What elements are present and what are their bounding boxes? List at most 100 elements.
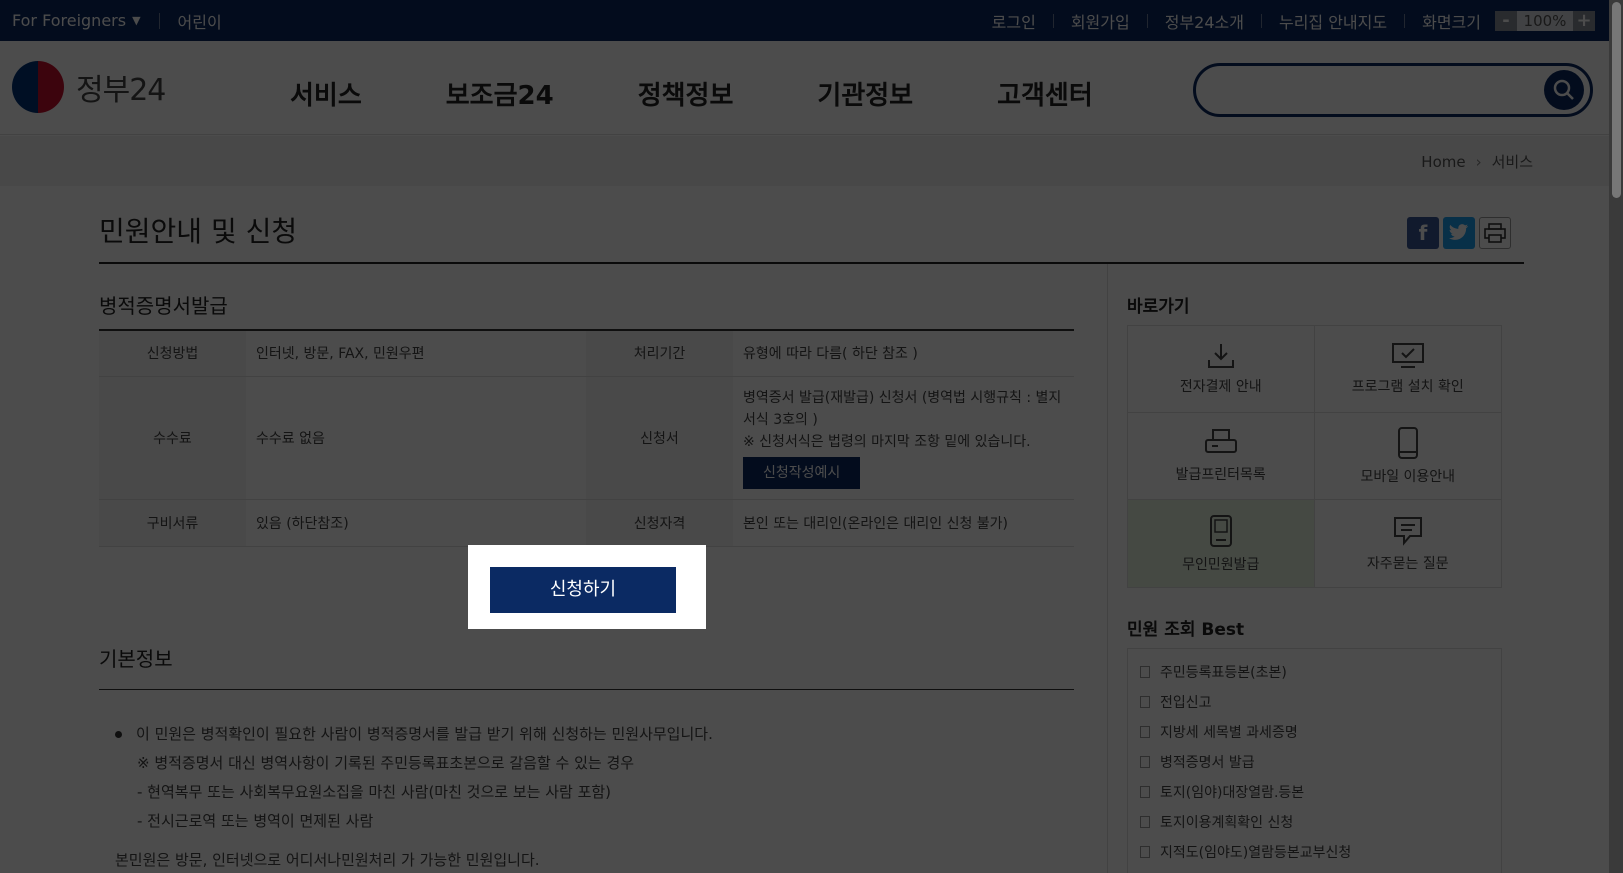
table-cell: 병역증서 발급(재발급) 신청서 (병역법 시행규칙 : 별지서식 3호의 ) … bbox=[733, 376, 1074, 500]
document-icon bbox=[1140, 756, 1150, 768]
main-header: 정부24 서비스 보조금24 정책정보 기관정보 고객센터 bbox=[0, 41, 1623, 135]
nav-agency-info[interactable]: 기관정보 bbox=[817, 75, 913, 112]
mobile-icon bbox=[1397, 427, 1418, 459]
zoom-control: - 100% + bbox=[1495, 10, 1595, 31]
nav-services[interactable]: 서비스 bbox=[290, 75, 362, 112]
printer-icon bbox=[1204, 429, 1237, 453]
taegeuk-logo-icon bbox=[12, 61, 64, 113]
list-item[interactable]: 토지이용계획확인 신청 bbox=[1140, 807, 1501, 837]
nav-policy-info[interactable]: 정책정보 bbox=[638, 75, 734, 112]
monitor-check-icon bbox=[1391, 343, 1424, 368]
best-title: 민원 조회 Best bbox=[1127, 620, 1245, 640]
top-left-links: For Foreigners ▼ 어린이 bbox=[12, 0, 222, 41]
search-icon bbox=[1553, 79, 1574, 100]
table-header-cell: 구비서류 bbox=[99, 499, 246, 547]
logo-text: 정부24 bbox=[76, 73, 166, 108]
table-header-cell: 수수료 bbox=[99, 376, 246, 500]
shortcut-label: 전자결제 안내 bbox=[1179, 379, 1262, 395]
zoom-value: 100% bbox=[1517, 10, 1573, 31]
shortcut-label: 프로그램 설치 확인 bbox=[1351, 379, 1464, 395]
application-info-table: 신청방법 인터넷, 방문, FAX, 민원우편 처리기간 유형에 따라 다름( … bbox=[99, 329, 1074, 547]
table-header-cell: 처리기간 bbox=[586, 329, 733, 377]
info-line: - 현역복무 또는 사회복무요원소집을 마친 사람(마친 것으로 보는 사람 포… bbox=[137, 783, 612, 801]
for-foreigners-link[interactable]: For Foreigners bbox=[12, 11, 126, 30]
nav-customer-center[interactable]: 고객센터 bbox=[997, 75, 1093, 112]
search-input[interactable] bbox=[1216, 76, 1536, 104]
list-item[interactable]: 전입신고 bbox=[1140, 687, 1501, 717]
share-buttons: f bbox=[1407, 217, 1515, 249]
table-header-cell: 신청방법 bbox=[99, 329, 246, 377]
form-note: ※ 신청서식은 법령의 마지막 조항 밑에 있습니다. bbox=[743, 433, 1031, 450]
aside-divider bbox=[1107, 264, 1108, 873]
table-header-cell: 신청서 bbox=[586, 376, 733, 500]
top-right-links: 로그인 회원가입 정부24소개 누리집 안내지도 화면크기 - 100% + bbox=[992, 0, 1595, 41]
shortcut-grid: 전자결제 안내 프로그램 설치 확인 발급프린터목록 모바일 이용안내 무인민원… bbox=[1127, 325, 1502, 588]
divider bbox=[1404, 13, 1406, 28]
caret-down-icon[interactable]: ▼ bbox=[132, 14, 140, 27]
shortcut-label: 자주묻는 질문 bbox=[1366, 555, 1449, 572]
breadcrumb-current[interactable]: 서비스 bbox=[1492, 151, 1533, 172]
table-row: 구비서류 있음 (하단참조) 신청자격 본인 또는 대리인(온라인은 대리인 신… bbox=[99, 499, 1074, 547]
info-line: ※ 병적증명서 대신 병역사항이 기록된 주민등록표초본으로 갈음할 수 있는 … bbox=[137, 754, 635, 772]
nav-subsidy24[interactable]: 보조금24 bbox=[446, 75, 554, 112]
document-icon bbox=[1140, 816, 1150, 828]
chevron-right-icon: › bbox=[1475, 152, 1482, 171]
section-divider bbox=[99, 689, 1074, 690]
title-divider bbox=[99, 262, 1524, 264]
table-row: 수수료 수수료 없음 신청서 병역증서 발급(재발급) 신청서 (병역법 시행규… bbox=[99, 376, 1074, 500]
scrollbar-thumb[interactable] bbox=[1612, 2, 1621, 198]
zoom-in-button[interactable]: + bbox=[1573, 10, 1595, 31]
document-icon bbox=[1140, 786, 1150, 798]
shortcut-printer-list[interactable]: 발급프린터목록 bbox=[1128, 413, 1315, 500]
list-item[interactable]: 주민등록표등본(초본) bbox=[1140, 657, 1501, 687]
facebook-share-icon[interactable]: f bbox=[1407, 217, 1439, 249]
chat-icon bbox=[1393, 516, 1422, 546]
list-item[interactable]: 토지(임야)대장열람.등본 bbox=[1140, 777, 1501, 807]
table-cell: 유형에 따라 다름( 하단 참조 ) bbox=[733, 329, 1074, 377]
document-icon bbox=[1140, 726, 1150, 738]
table-header-cell: 신청자격 bbox=[586, 499, 733, 547]
best-list: 주민등록표등본(초본) 전입신고 지방세 세목별 과세증명 병적증명서 발급 토… bbox=[1127, 648, 1502, 873]
divider bbox=[1146, 13, 1148, 28]
about-link[interactable]: 정부24소개 bbox=[1165, 9, 1244, 33]
search-box bbox=[1193, 63, 1593, 117]
breadcrumb-home[interactable]: Home bbox=[1421, 153, 1465, 171]
table-cell: 수수료 없음 bbox=[246, 376, 586, 500]
document-icon bbox=[1140, 696, 1150, 708]
search-button[interactable] bbox=[1544, 70, 1584, 110]
login-link[interactable]: 로그인 bbox=[992, 9, 1036, 33]
bullet-icon bbox=[115, 731, 122, 738]
info-line: 이 민원은 병적확인이 필요한 사람이 병적증명서를 발급 받기 위해 신청하는… bbox=[115, 720, 713, 749]
divider bbox=[158, 12, 160, 29]
document-icon bbox=[1140, 846, 1150, 858]
form-example-button[interactable]: 신청작성예시 bbox=[743, 456, 861, 489]
signup-link[interactable]: 회원가입 bbox=[1071, 9, 1130, 33]
shortcut-label: 무인민원발급 bbox=[1182, 556, 1260, 573]
twitter-share-icon[interactable] bbox=[1443, 217, 1475, 249]
shortcut-epayment[interactable]: 전자결제 안내 bbox=[1128, 326, 1315, 413]
table-cell: 인터넷, 방문, FAX, 민원우편 bbox=[246, 329, 586, 377]
shortcut-label: 모바일 이용안내 bbox=[1360, 469, 1456, 485]
document-icon bbox=[1140, 666, 1150, 678]
table-cell: 본인 또는 대리인(온라인은 대리인 신청 불가) bbox=[733, 499, 1074, 547]
shortcut-kiosk[interactable]: 무인민원발급 bbox=[1128, 500, 1315, 587]
list-item[interactable]: 지방세 세목별 과세증명 bbox=[1140, 717, 1501, 747]
shortcut-faq[interactable]: 자주묻는 질문 bbox=[1315, 500, 1502, 587]
logo[interactable]: 정부24 bbox=[12, 61, 166, 113]
apply-button[interactable]: 신청하기 bbox=[490, 567, 676, 613]
list-item[interactable]: 지적도(임야도)열람등본교부신청 bbox=[1140, 837, 1501, 867]
top-utility-bar: For Foreigners ▼ 어린이 로그인 회원가입 정부24소개 누리집… bbox=[0, 0, 1623, 41]
breadcrumb: Home › 서비스 bbox=[1421, 151, 1533, 172]
info-line: - 전시근로역 또는 병역이 면제된 사람 bbox=[137, 812, 374, 830]
shortcut-program-check[interactable]: 프로그램 설치 확인 bbox=[1314, 326, 1501, 413]
vertical-scrollbar[interactable] bbox=[1609, 0, 1623, 873]
form-name-link[interactable]: 병역증서 발급(재발급) 신청서 (병역법 시행규칙 : 별지서식 3호의 ) bbox=[743, 387, 1064, 431]
table-cell: 있음 (하단참조) bbox=[246, 499, 586, 547]
print-icon[interactable] bbox=[1479, 217, 1511, 249]
zoom-out-button[interactable]: - bbox=[1495, 10, 1517, 31]
sitemap-link[interactable]: 누리집 안내지도 bbox=[1279, 9, 1387, 33]
shortcut-mobile-guide[interactable]: 모바일 이용안내 bbox=[1314, 413, 1501, 500]
kids-link[interactable]: 어린이 bbox=[178, 9, 222, 33]
info-line: 본민원은 방문, 인터넷으로 어디서나민원처리 가 가능한 민원입니다. bbox=[115, 851, 540, 869]
list-item[interactable]: 병적증명서 발급 bbox=[1140, 747, 1501, 777]
